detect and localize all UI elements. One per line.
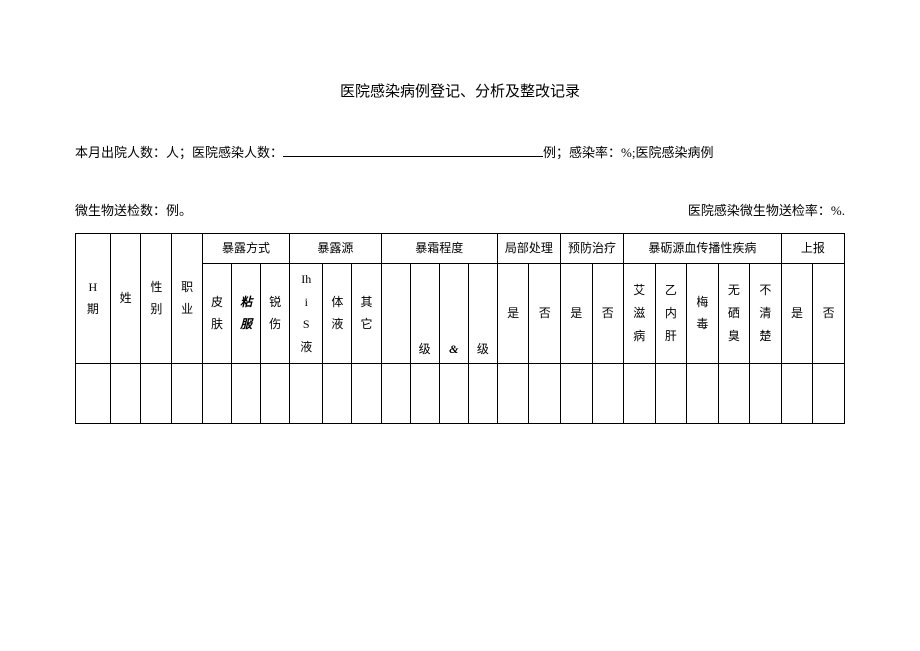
cell xyxy=(813,363,845,423)
col-body-fluid: 体 液 xyxy=(323,263,352,363)
document-page: 医院感染病例登记、分析及整改记录 本月出院人数：人；医院感染人数： 例；感染率：%… xyxy=(0,0,920,424)
col-aids: 艾 滋 病 xyxy=(624,263,656,363)
cell xyxy=(468,363,497,423)
col-mucosa: 粘 服 xyxy=(232,263,261,363)
col-report-yes: 是 xyxy=(781,263,813,363)
col-ihis: Ihi S 液 xyxy=(290,263,323,363)
col-local-no: 否 xyxy=(529,263,561,363)
cell xyxy=(410,363,439,423)
cell xyxy=(781,363,813,423)
col-h-period: H 期 xyxy=(76,233,111,363)
blank-underline xyxy=(283,144,543,157)
col-prev-no: 否 xyxy=(592,263,624,363)
cell xyxy=(290,363,323,423)
col-skin: 皮 肤 xyxy=(202,263,231,363)
cell xyxy=(261,363,290,423)
cell xyxy=(202,363,231,423)
line2-left: 微生物送检数：例。 xyxy=(75,199,192,222)
group-exposure-degree: 暴霜程度 xyxy=(381,233,497,263)
col-unclear: 不 清 楚 xyxy=(750,263,782,363)
cell xyxy=(439,363,468,423)
group-exposure-source: 暴露源 xyxy=(290,233,381,263)
col-syphilis: 梅 毒 xyxy=(687,263,719,363)
cell xyxy=(323,363,352,423)
cell xyxy=(232,363,261,423)
cell xyxy=(687,363,719,423)
cell xyxy=(624,363,656,423)
cell xyxy=(381,363,410,423)
col-sharp: 锐 伤 xyxy=(261,263,290,363)
col-occupation: 职 业 xyxy=(172,233,203,363)
summary-line-2: 微生物送检数：例。 医院感染微生物送检率：%. xyxy=(75,199,845,222)
col-hepb: 乙 内 肝 xyxy=(655,263,687,363)
table-row xyxy=(76,363,845,423)
col-amp: & xyxy=(439,263,468,363)
col-name: 姓 xyxy=(110,233,141,363)
line2-right: 医院感染微生物送检率：%. xyxy=(688,199,845,222)
cell xyxy=(497,363,529,423)
col-blank xyxy=(381,263,410,363)
cell xyxy=(718,363,750,423)
group-prevention: 预防治疗 xyxy=(560,233,623,263)
cell xyxy=(529,363,561,423)
group-local-treatment: 局部处理 xyxy=(497,233,560,263)
infection-table: H 期 姓 性 别 职 业 暴露方式 暴露源 暴霜程度 局部处理 预防治疗 暴砺… xyxy=(75,233,845,424)
col-noblood: 无 硒 臭 xyxy=(718,263,750,363)
col-level1: 级 xyxy=(410,263,439,363)
summary-line-1: 本月出院人数：人；医院感染人数： 例；感染率：%;医院感染病例 xyxy=(75,141,845,164)
group-blood-disease: 暴砺源血传播性疾病 xyxy=(624,233,782,263)
cell xyxy=(352,363,381,423)
col-prev-yes: 是 xyxy=(560,263,592,363)
col-gender: 性 别 xyxy=(141,233,172,363)
cell xyxy=(76,363,111,423)
cell xyxy=(560,363,592,423)
cell xyxy=(592,363,624,423)
col-local-yes: 是 xyxy=(497,263,529,363)
cell xyxy=(172,363,203,423)
cell xyxy=(655,363,687,423)
cell xyxy=(750,363,782,423)
group-report: 上报 xyxy=(781,233,844,263)
col-other: 其 它 xyxy=(352,263,381,363)
line1-suffix: 例；感染率：%;医院感染病例 xyxy=(543,145,713,160)
document-title: 医院感染病例登记、分析及整改记录 xyxy=(75,80,845,101)
col-report-no: 否 xyxy=(813,263,845,363)
cell xyxy=(110,363,141,423)
cell xyxy=(141,363,172,423)
col-level2: 级 xyxy=(468,263,497,363)
line1-prefix: 本月出院人数：人；医院感染人数： xyxy=(75,145,283,160)
group-header-row: H 期 姓 性 别 职 业 暴露方式 暴露源 暴霜程度 局部处理 预防治疗 暴砺… xyxy=(76,233,845,263)
group-exposure-method: 暴露方式 xyxy=(202,233,289,263)
table-wrapper: H 期 姓 性 别 职 业 暴露方式 暴露源 暴霜程度 局部处理 预防治疗 暴砺… xyxy=(75,233,845,424)
